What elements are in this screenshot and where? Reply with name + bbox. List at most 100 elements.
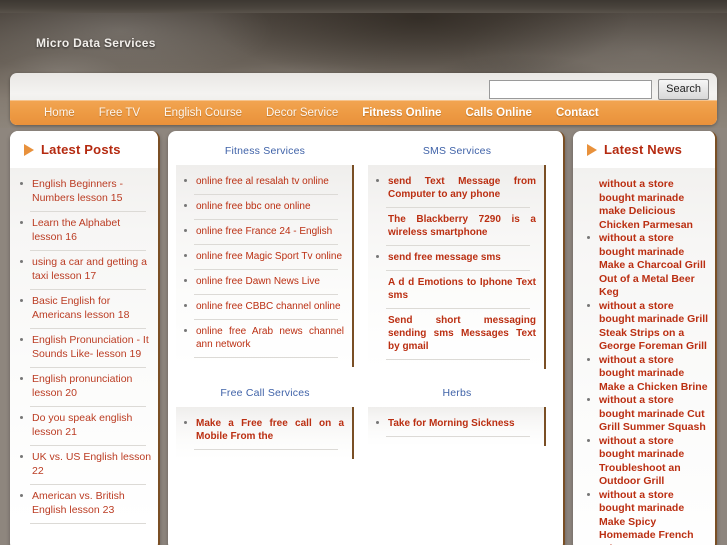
- list-item: without a store bought marinade Cut Gril…: [587, 394, 709, 435]
- list-item-link[interactable]: online free France 24 - English: [196, 225, 344, 238]
- divider: [30, 289, 146, 290]
- bullet-icon: [587, 492, 590, 496]
- divider: [194, 319, 338, 320]
- list-item-link[interactable]: Make a Free free call on a Mobile From t…: [196, 417, 344, 443]
- divider: [194, 194, 338, 195]
- latest-news-list: without a store bought marinade make Del…: [587, 178, 709, 545]
- list-item-link[interactable]: without a store bought marinade Cut Gril…: [599, 394, 709, 435]
- service-block-body: Take for Morning Sickness: [368, 407, 546, 446]
- service-link-list: Take for Morning Sickness: [376, 417, 536, 437]
- list-item-link[interactable]: English Beginners - Numbers lesson 15: [32, 178, 152, 205]
- divider: [386, 245, 530, 246]
- list-item-link[interactable]: without a store bought marinade Make a C…: [599, 232, 709, 300]
- list-item-link[interactable]: without a store bought marinade Make a C…: [599, 354, 709, 395]
- bullet-icon: [20, 377, 23, 380]
- list-item-row: without a store bought marinade Make a C…: [587, 232, 709, 300]
- list-item-link[interactable]: without a store bought marinade Make Spi…: [599, 489, 709, 545]
- list-item: Send short messaging sending sms Message…: [376, 314, 536, 360]
- search-input[interactable]: [489, 79, 653, 99]
- bullet-icon: [184, 421, 187, 424]
- list-item-row: without a store bought marinade Troubles…: [587, 435, 709, 489]
- list-item-link[interactable]: online free Arab news channel ann networ…: [196, 325, 344, 351]
- main-content-inner: Fitness Services online free al resalah t…: [168, 131, 563, 545]
- list-item: English Pronunciation - It Sounds Like- …: [20, 334, 152, 368]
- list-item-link[interactable]: using a car and getting a taxi lesson 17: [32, 256, 152, 283]
- top-strip: [0, 0, 727, 13]
- list-item-row: send free message sms: [376, 251, 536, 268]
- nav-item-fitness-online[interactable]: Fitness Online: [350, 107, 453, 119]
- list-item-link[interactable]: online free Dawn News Live: [196, 275, 344, 288]
- list-item-row: Make a Free free call on a Mobile From t…: [184, 417, 344, 447]
- divider: [194, 294, 338, 295]
- list-item-row: American vs. British English lesson 23: [20, 490, 152, 521]
- bullet-icon: [587, 303, 590, 307]
- list-item-link[interactable]: without a store bought marinade Troubles…: [599, 435, 709, 489]
- list-item-row: Take for Morning Sickness: [376, 417, 536, 434]
- divider: [30, 445, 146, 446]
- list-item: English pronunciation lesson 20: [20, 373, 152, 407]
- bullet-icon: [376, 421, 379, 424]
- nav-item-calls-online[interactable]: Calls Online: [453, 107, 543, 119]
- list-item-link[interactable]: without a store bought marinade make Del…: [599, 178, 709, 232]
- list-item: using a car and getting a taxi lesson 17: [20, 256, 152, 290]
- list-item-link[interactable]: without a store bought marinade Grill St…: [599, 300, 709, 354]
- list-item-link[interactable]: English Pronunciation - It Sounds Like- …: [32, 334, 152, 361]
- bullet-icon: [184, 254, 187, 257]
- list-item-link[interactable]: send Text Message from Computer to any p…: [388, 175, 536, 201]
- list-item-link[interactable]: English pronunciation lesson 20: [32, 373, 152, 400]
- list-item: online free France 24 - English: [184, 225, 344, 245]
- list-item-link[interactable]: A d d Emotions to Iphone Text sms: [388, 276, 536, 302]
- list-item: without a store bought marinade make Del…: [587, 178, 709, 232]
- bullet-icon: [20, 221, 23, 224]
- list-item: online free bbc one online: [184, 200, 344, 220]
- list-item-row: A d d Emotions to Iphone Text sms: [376, 276, 536, 306]
- list-item-row: without a store bought marinade Make a C…: [587, 354, 709, 395]
- service-block: Fitness Services online free al resalah t…: [176, 141, 354, 369]
- left-sidebar-title: Latest Posts: [41, 142, 121, 157]
- nav-item-contact[interactable]: Contact: [544, 107, 611, 119]
- list-item-row: without a store bought marinade Make Spi…: [587, 489, 709, 545]
- divider: [194, 449, 338, 450]
- list-item: send Text Message from Computer to any p…: [376, 175, 536, 208]
- bullet-icon: [184, 179, 187, 182]
- list-item-row: The Blackberry 7290 is a wireless smartp…: [376, 213, 536, 243]
- list-item-link[interactable]: UK vs. US English lesson 22: [32, 451, 152, 478]
- list-item: Take for Morning Sickness: [376, 417, 536, 437]
- list-item-link[interactable]: Do you speak english lesson 21: [32, 412, 152, 439]
- latest-posts-list: English Beginners - Numbers lesson 15 Lea…: [20, 178, 152, 524]
- navigation-bar-wrapper: Search Home Free TV English Course Decor Se…: [10, 73, 717, 125]
- list-item-link[interactable]: online free CBBC channel online: [196, 300, 344, 313]
- list-item: send free message sms: [376, 251, 536, 271]
- nav-item-decor-service[interactable]: Decor Service: [254, 107, 350, 119]
- bullet-icon: [587, 438, 590, 442]
- list-item-row: online free al resalah tv online: [184, 175, 344, 192]
- search-button[interactable]: Search: [658, 78, 709, 100]
- list-item-link[interactable]: Send short messaging sending sms Message…: [388, 314, 536, 353]
- list-item-row: Send short messaging sending sms Message…: [376, 314, 536, 357]
- divider: [30, 484, 146, 485]
- bullet-icon: [184, 204, 187, 207]
- list-item-row: using a car and getting a taxi lesson 17: [20, 256, 152, 287]
- divider: [386, 207, 530, 208]
- service-block-body: online free al resalah tv online online f…: [176, 165, 354, 367]
- list-item-link[interactable]: Take for Morning Sickness: [388, 417, 536, 430]
- list-item-link[interactable]: online free bbc one online: [196, 200, 344, 213]
- list-item-link[interactable]: online free Magic Sport Tv online: [196, 250, 344, 263]
- list-item-link[interactable]: The Blackberry 7290 is a wireless smartp…: [388, 213, 536, 239]
- list-item-link[interactable]: send free message sms: [388, 251, 536, 264]
- list-item: American vs. British English lesson 23: [20, 490, 152, 524]
- nav-item-english-course[interactable]: English Course: [152, 107, 254, 119]
- divider: [194, 357, 338, 358]
- nav-item-home[interactable]: Home: [32, 107, 87, 119]
- list-item-link[interactable]: Basic English for Americans lesson 18: [32, 295, 152, 322]
- list-item-link[interactable]: online free al resalah tv online: [196, 175, 344, 188]
- list-item: without a store bought marinade Grill St…: [587, 300, 709, 354]
- service-block-title: Free Call Services: [220, 387, 310, 399]
- main-content: Fitness Services online free al resalah t…: [168, 131, 565, 545]
- nav-item-free-tv[interactable]: Free TV: [87, 107, 152, 119]
- bullet-icon: [184, 279, 187, 282]
- list-item-link[interactable]: American vs. British English lesson 23: [32, 490, 152, 517]
- list-item-link[interactable]: Learn the Alphabet lesson 16: [32, 217, 152, 244]
- list-item: online free Magic Sport Tv online: [184, 250, 344, 270]
- list-item-row: UK vs. US English lesson 22: [20, 451, 152, 482]
